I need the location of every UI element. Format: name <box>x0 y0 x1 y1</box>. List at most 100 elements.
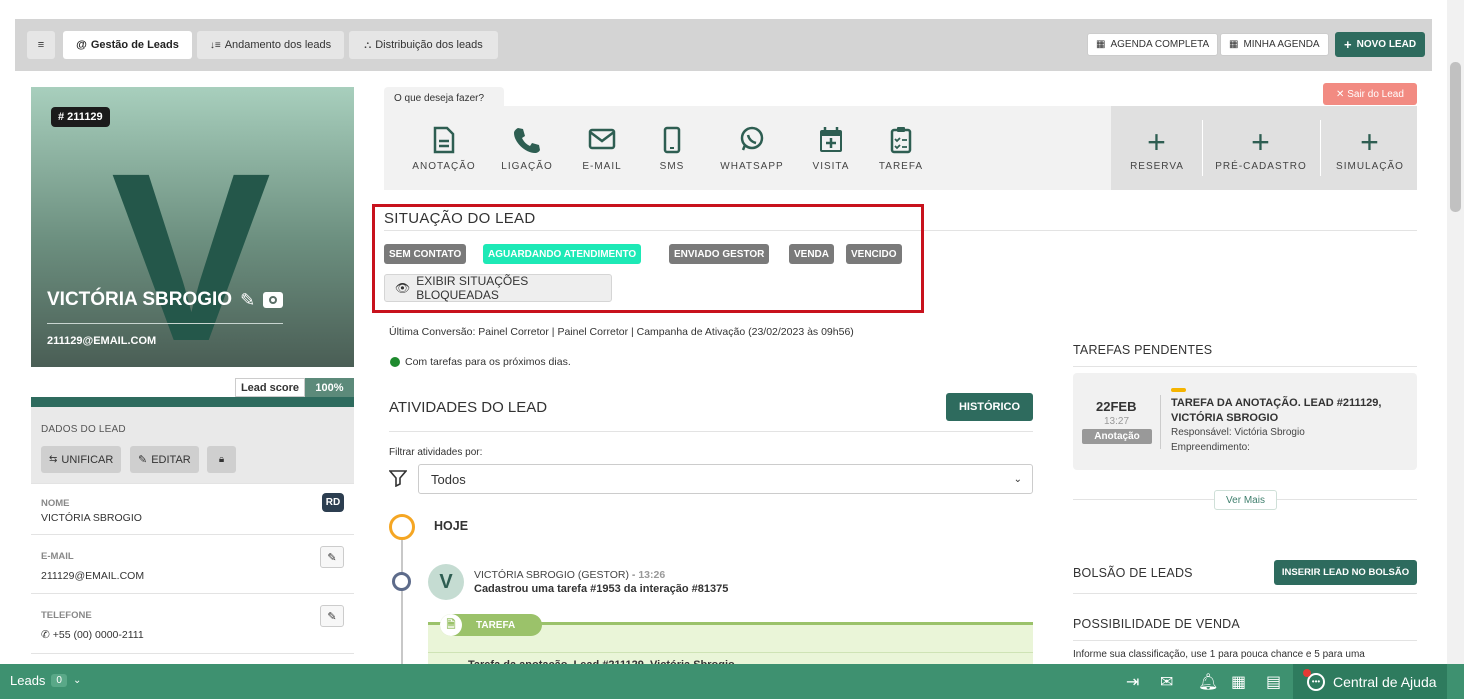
divider <box>1073 366 1417 367</box>
plus-icon: + <box>1147 124 1167 160</box>
action-visita[interactable]: VISITA <box>808 126 854 172</box>
filter-select-value: Todos <box>431 471 466 487</box>
minha-agenda-button[interactable]: ▦ MINHA AGENDA <box>1220 33 1329 56</box>
divider <box>389 431 1033 432</box>
calendar-icon[interactable]: ▦ <box>1231 672 1246 692</box>
ultima-conversao: Última Conversão: Painel Corretor | Pain… <box>389 326 854 338</box>
top-toolbar: ≡ @ Gestão de Leads ↓≡ Andamento dos lea… <box>15 19 1432 71</box>
pencil-icon[interactable]: ✎ <box>240 290 255 311</box>
field-value: 211129@EMAIL.COM <box>41 570 145 582</box>
task-title: TAREFA DA ANOTAÇÃO. LEAD #211129, VICTÓR… <box>1171 397 1382 424</box>
tab-andamento-dos-leads[interactable]: ↓≡ Andamento dos leads <box>197 31 344 59</box>
notification-dot <box>1303 668 1311 677</box>
plus-icon: + <box>1344 37 1352 52</box>
field-label: E-MAIL <box>41 551 74 562</box>
lead-initial: V <box>111 123 272 367</box>
action-sms[interactable]: SMS <box>652 126 692 172</box>
action-label: SMS <box>659 161 685 172</box>
lead-profile-panel: V # 211129 VICTÓRIA SBROGIO ✎ 211129@EMA… <box>31 87 354 667</box>
action-menu-extra: + RESERVA + PRÉ-CADASTRO + SIMULAÇÃO <box>1111 106 1417 190</box>
scrollbar-thumb[interactable] <box>1450 62 1461 212</box>
plus-icon: + <box>1360 124 1380 160</box>
activity-text: Cadastrou uma tarefa #1953 da interação … <box>474 583 729 595</box>
close-icon: ✕ <box>1336 88 1348 100</box>
edit-telefone-button[interactable]: ✎ <box>320 605 344 627</box>
clipboard-icon <box>876 126 926 158</box>
sitemap-icon: ⛬ <box>364 39 372 51</box>
unificar-button[interactable]: ⇆ UNIFICAR <box>41 446 122 473</box>
action-reserva[interactable]: + RESERVA <box>1125 126 1189 172</box>
action-menu: O que deseja fazer? ANOTAÇÃO LIGAÇÃO E-M… <box>384 87 1417 190</box>
action-label: LIGAÇÃO <box>501 161 553 172</box>
action-tarefa[interactable]: TAREFA <box>876 126 926 172</box>
divider <box>1320 120 1321 176</box>
field-telefone: TELEFONE ✆ +55 (00) 0000-2111 ✎ <box>31 593 354 653</box>
bell-icon[interactable]: 🔔︎ <box>1198 672 1218 692</box>
document-icon <box>411 126 477 158</box>
lead-name: VICTÓRIA SBROGIO ✎ <box>47 289 284 311</box>
agenda-completa-button[interactable]: ▦ AGENDA COMPLETA <box>1087 33 1219 56</box>
calculator-icon[interactable]: ▤ <box>1266 672 1281 692</box>
central-de-ajuda-button[interactable]: ••• Central de Ajuda <box>1293 664 1447 699</box>
divider <box>47 323 283 324</box>
chevron-down-icon: ⌄ <box>72 675 82 686</box>
mail-star-icon[interactable]: ✉ <box>1160 672 1173 692</box>
today-marker <box>389 514 415 540</box>
action-anotacao[interactable]: ANOTAÇÃO <box>411 126 477 172</box>
field-value: VICTÓRIA SBROGIO <box>41 512 142 524</box>
action-label: SIMULAÇÃO <box>1336 161 1404 172</box>
task-card[interactable]: 22FEB 13:27 Anotação TAREFA DA ANOTAÇÃO.… <box>1073 373 1417 470</box>
chat-icon: ••• <box>1303 668 1325 691</box>
tag-label: TAREFA <box>476 619 516 631</box>
leads-label: Leads <box>10 673 46 688</box>
leads-counter[interactable]: Leads 0 ⌄ <box>10 673 81 688</box>
ver-mais-button[interactable]: Ver Mais <box>1214 490 1277 510</box>
tab-distribuicao-dos-leads[interactable]: ⛬ Distribuição dos leads <box>349 31 498 59</box>
lead-email: 211129@EMAIL.COM <box>47 335 157 347</box>
lead-score-label: Lead score <box>235 378 305 397</box>
tarefas-title: TAREFAS PENDENTES <box>1073 343 1213 357</box>
button-label: MINHA AGENDA <box>1243 39 1320 50</box>
action-pre-cadastro[interactable]: + PRÉ-CADASTRO <box>1211 126 1311 172</box>
at-icon: @ <box>76 39 87 51</box>
historico-button[interactable]: HISTÓRICO <box>946 393 1033 421</box>
camera-icon[interactable] <box>263 292 284 308</box>
lead-hero: V # 211129 VICTÓRIA SBROGIO ✎ 211129@EMA… <box>31 87 354 367</box>
field-email: E-MAIL 211129@EMAIL.COM ✎ <box>31 534 354 593</box>
tab-label: Distribuição dos leads <box>375 39 483 51</box>
central-label: Central de Ajuda <box>1333 673 1437 690</box>
avatar: V <box>428 564 464 600</box>
action-label: RESERVA <box>1130 161 1184 172</box>
action-ligacao[interactable]: LIGAÇÃO <box>496 126 558 172</box>
phone-value: +55 (00) 0000-2111 <box>52 629 144 641</box>
filter-select[interactable]: Todos ⌄ <box>418 464 1033 494</box>
action-whatsapp[interactable]: WHATSAPP <box>718 126 786 172</box>
edit-email-button[interactable]: ✎ <box>320 546 344 568</box>
sort-icon: ↓≡ <box>209 39 221 51</box>
possibilidade-text: Informe sua classificação, use 1 para po… <box>1073 649 1365 660</box>
section-title: DADOS DO LEAD <box>41 424 126 435</box>
tab-label: Gestão de Leads <box>90 39 179 51</box>
button-label: AGENDA COMPLETA <box>1110 39 1210 50</box>
field-label: NOME <box>41 498 70 509</box>
action-label: VISITA <box>812 161 850 172</box>
lock-button[interactable]: 🔒︎ <box>207 446 236 473</box>
menu-icon: ≡ <box>37 39 45 51</box>
task-time: 13:27 <box>1104 416 1130 427</box>
sign-in-icon[interactable]: ⇥ <box>1126 672 1139 692</box>
inserir-bolsao-button[interactable]: INSERIR LEAD NO BOLSÃO <box>1274 560 1417 585</box>
field-nome: NOME VICTÓRIA SBROGIO RD <box>31 483 354 534</box>
pencil-icon: ✎ <box>327 610 337 623</box>
possibilidade-title: POSSIBILIDADE DE VENDA <box>1073 617 1240 631</box>
action-label: E-MAIL <box>582 161 622 172</box>
author-text: VICTÓRIA SBROGIO (GESTOR) - <box>474 569 636 581</box>
sair-do-lead-button[interactable]: ✕ Sair do Lead <box>1323 83 1417 105</box>
editar-button[interactable]: ✎ EDITAR <box>130 446 199 473</box>
menu-toggle-button[interactable]: ≡ <box>27 31 55 59</box>
action-email[interactable]: E-MAIL <box>576 126 628 172</box>
novo-lead-button[interactable]: + NOVO LEAD <box>1335 32 1426 57</box>
tab-gestao-de-leads[interactable]: @ Gestão de Leads <box>63 31 192 59</box>
action-simulacao[interactable]: + SIMULAÇÃO <box>1329 126 1411 172</box>
document-icon: 🗎︎ <box>440 614 462 636</box>
rd-badge: RD <box>322 493 344 512</box>
